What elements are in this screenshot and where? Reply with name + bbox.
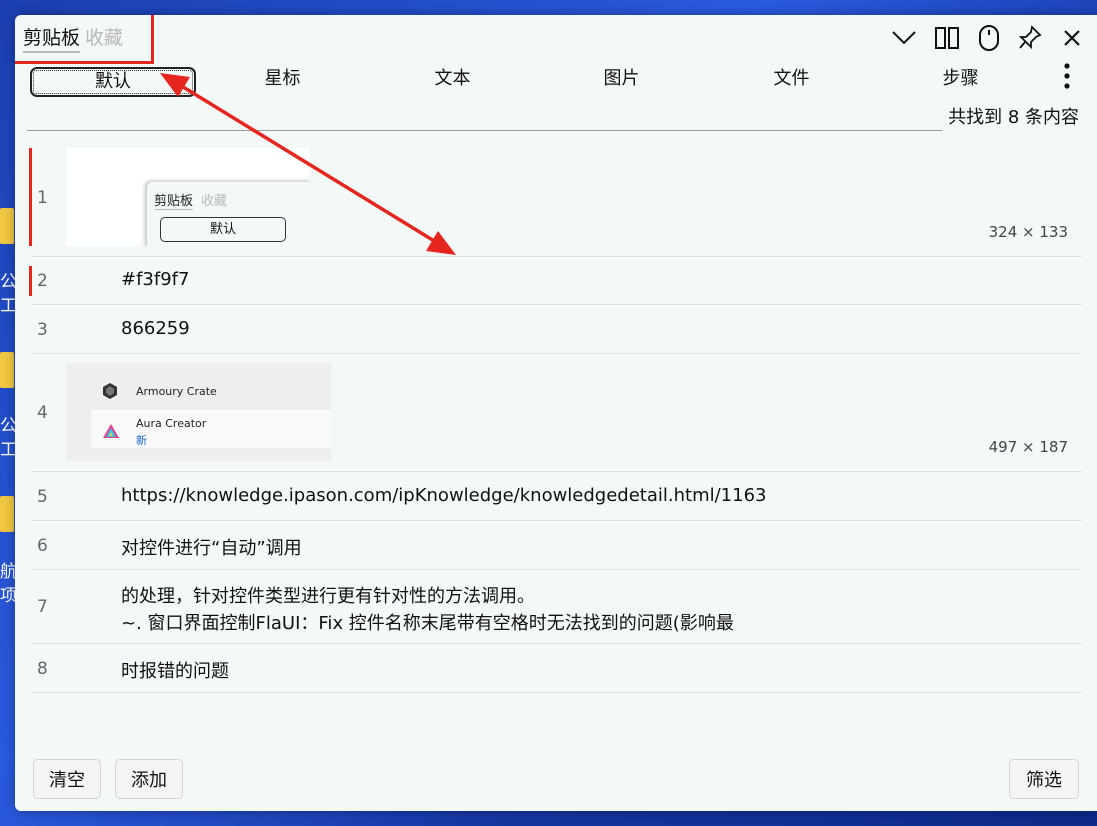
annotation-arrow-icon — [160, 73, 456, 255]
